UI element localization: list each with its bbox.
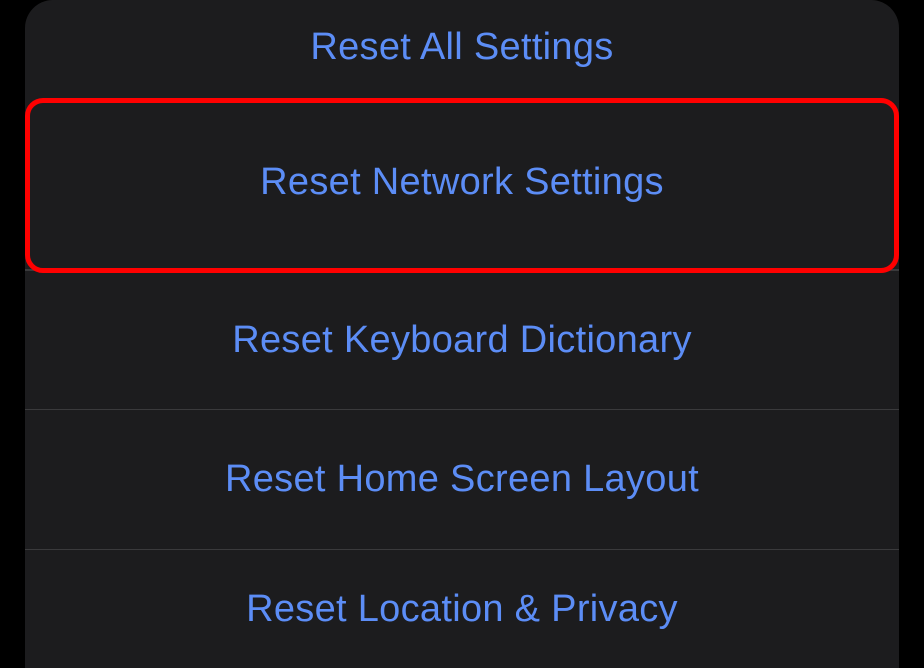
reset-location-privacy-button[interactable]: Reset Location & Privacy xyxy=(25,550,899,668)
menu-item-label: Reset Home Screen Layout xyxy=(225,458,699,501)
reset-menu-screen: Reset All Settings Reset Network Setting… xyxy=(0,0,924,668)
menu-item-label: Reset Network Settings xyxy=(260,161,664,204)
menu-item-label: Reset All Settings xyxy=(310,26,613,69)
menu-item-label: Reset Location & Privacy xyxy=(246,588,678,631)
reset-all-settings-button[interactable]: Reset All Settings xyxy=(25,0,899,95)
reset-network-settings-button[interactable]: Reset Network Settings xyxy=(25,95,899,270)
reset-menu-list: Reset All Settings Reset Network Setting… xyxy=(25,0,899,668)
reset-home-screen-layout-button[interactable]: Reset Home Screen Layout xyxy=(25,410,899,550)
reset-keyboard-dictionary-button[interactable]: Reset Keyboard Dictionary xyxy=(25,270,899,410)
menu-item-label: Reset Keyboard Dictionary xyxy=(232,319,692,362)
